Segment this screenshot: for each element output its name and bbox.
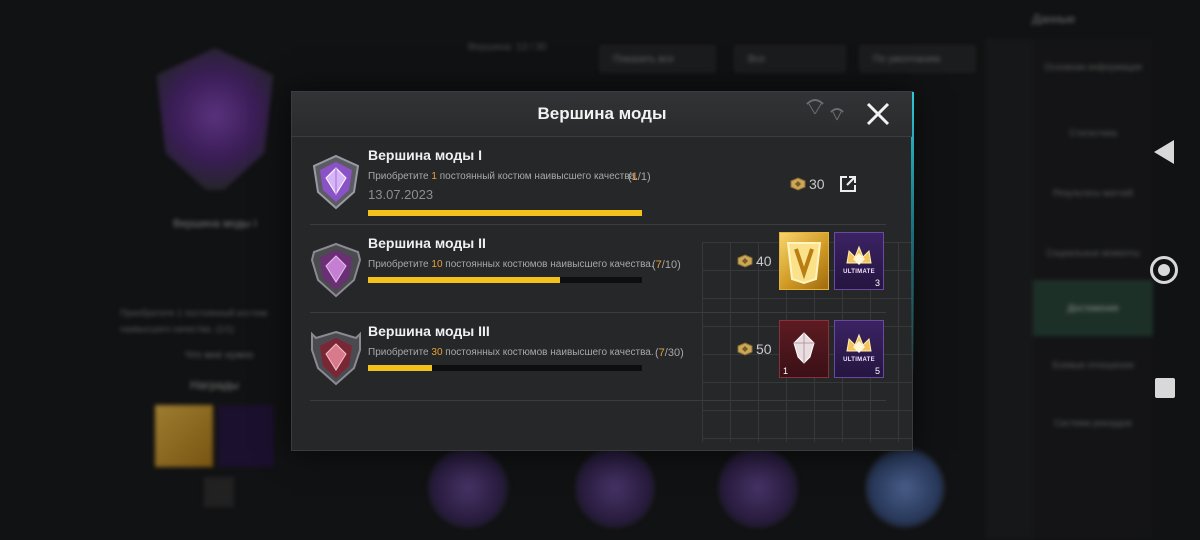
progress-total: /10) [661,259,681,271]
share-button[interactable] [838,174,858,194]
progress-total: /30) [664,347,684,359]
achievement-description: Приобретите 1 постоянный костюм наивысше… [368,171,638,182]
desc-text: постоянных костюмов наивысшего качества. [442,259,654,270]
tier-3-badge-icon [311,330,361,386]
tier-2-badge-icon [310,242,362,298]
completion-date: 13.07.2023 [368,187,434,202]
reward-ultimate-crown[interactable]: ULTIMATE 3 [834,232,884,290]
achievement-point-icon [737,342,753,356]
desc-text: постоянный костюм наивысшего качества. [436,171,638,182]
points-value: 50 [756,341,772,357]
reward-quantity: 3 [874,278,880,288]
home-icon[interactable] [1150,256,1178,284]
ultimate-label: ULTIMATE [843,269,875,275]
achievement-row: Вершина моды II Приобретите 10 постоянны… [310,226,886,313]
reward-ultimate-crown[interactable]: ULTIMATE 5 [834,320,884,378]
progress-bar-fill [368,277,560,283]
progress-bar [368,210,642,216]
desc-text: постоянных костюмов наивысшего качества. [442,347,654,358]
desc-text: Приобретите [368,171,432,182]
achievement-points: 30 [790,174,825,194]
achievement-point-icon [790,177,806,191]
desc-number: 30 [431,347,443,358]
achievement-modal: Вершина моды Вершина моды I Приобретите … [291,91,914,451]
back-icon[interactable] [1154,140,1174,164]
progress-bar [368,277,642,283]
reward-quantity: 5 [874,366,880,376]
ultimate-label: ULTIMATE [843,357,875,363]
progress-total: /1) [637,171,651,183]
achievement-title: Вершина моды I [368,147,483,163]
points-value: 40 [756,253,772,269]
points-value: 30 [809,176,825,192]
modal-header: Вершина моды [292,92,912,137]
external-link-icon [840,176,856,192]
achievement-title: Вершина моды III [368,323,490,339]
system-navigation-bar [1138,0,1200,540]
achievement-row: Вершина моды III Приобретите 30 постоянн… [310,314,886,401]
close-icon [866,102,890,126]
reward-gold-frame[interactable] [779,232,829,290]
progress-bar-fill [368,210,642,216]
achievement-row: Вершина моды I Приобретите 1 постоянный … [310,138,886,225]
achievement-points: 40 [737,251,772,271]
desc-number: 10 [431,259,443,270]
progress-bar-fill [368,365,432,371]
achievement-point-icon [737,254,753,268]
gold-frame-icon [786,242,822,285]
desc-text: Приобретите [368,347,432,358]
close-button[interactable] [862,98,894,130]
desc-text: Приобретите [368,259,432,270]
achievement-points: 50 [737,339,772,359]
reward-red-crystal[interactable]: 1 [779,320,829,378]
recent-apps-icon[interactable] [1155,378,1175,398]
modal-title: Вершина моды [537,104,667,123]
achievement-progress-text: (7/10) [652,259,681,271]
achievement-description: Приобретите 30 постоянных костюмов наивы… [368,347,654,358]
achievement-progress-text: (7/30) [655,347,684,359]
reward-quantity: 1 [783,366,789,376]
tier-1-badge-icon [312,154,360,210]
achievement-progress-text: (1/1) [628,171,651,183]
progress-bar [368,365,642,371]
achievement-title: Вершина моды II [368,235,486,251]
achievement-description: Приобретите 10 постоянных костюмов наивы… [368,259,654,270]
